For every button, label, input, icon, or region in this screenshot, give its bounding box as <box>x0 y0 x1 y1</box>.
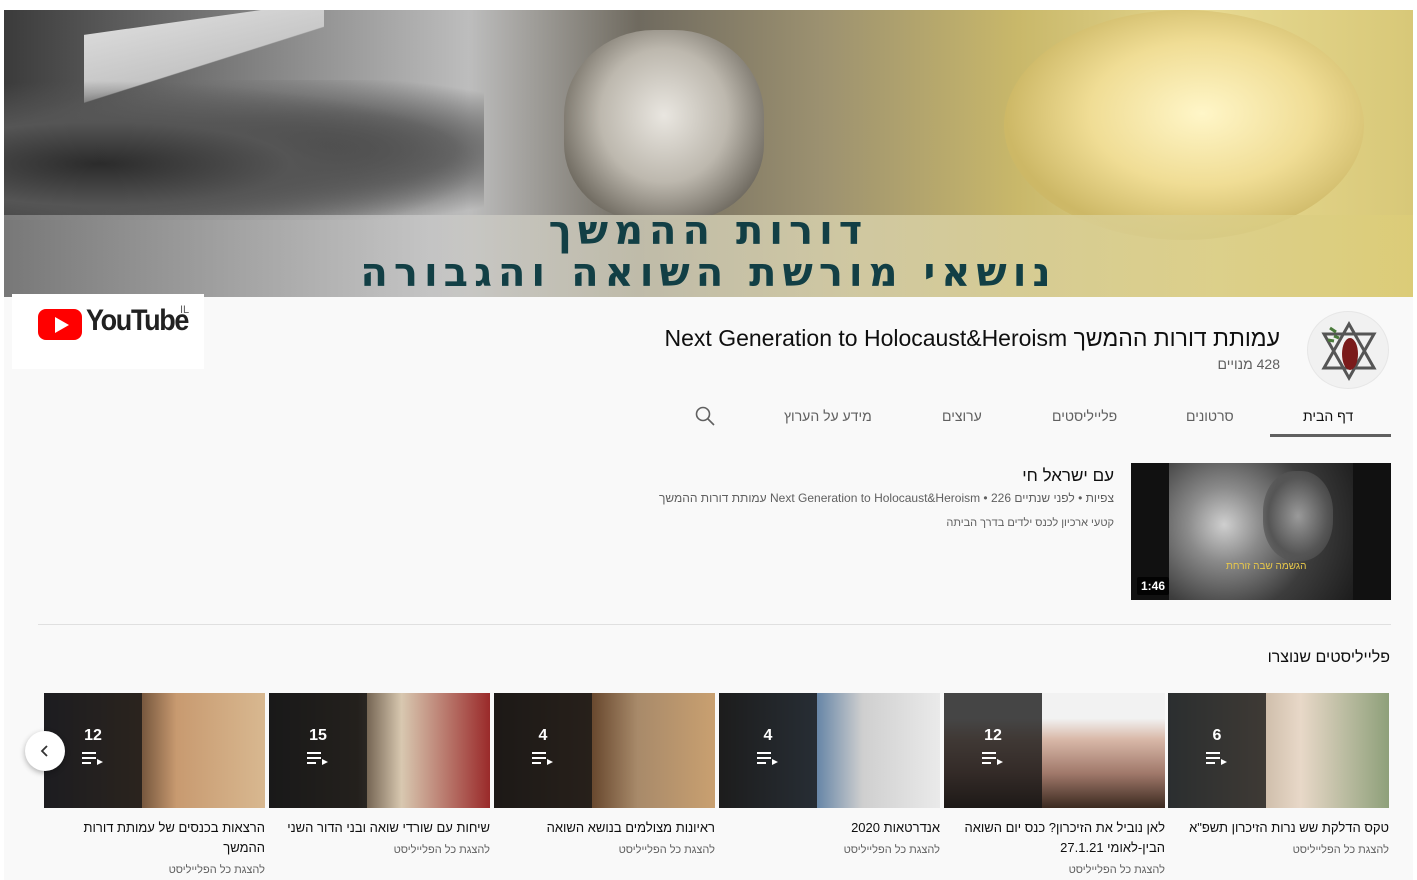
tab-about[interactable]: מידע על הערוץ <box>784 408 872 424</box>
playlist-title[interactable]: שיחות עם שורדי שואה ובני הדור השני <box>269 818 490 838</box>
youtube-play-icon <box>38 309 82 340</box>
playlist-card[interactable]: 4 אנדרטאות 2020 להצגת כל הפלייליסט <box>719 693 940 856</box>
playlist-video-count: 15 <box>309 727 327 744</box>
banner-portrait-girl <box>1004 10 1364 240</box>
playlist-thumbnail[interactable]: 4 <box>719 693 940 808</box>
country-code: IL <box>180 304 190 316</box>
featured-video-description: קטעי ארכיון לכנס ילדים בדרך הביתה <box>946 517 1114 529</box>
playlist-video-count: 4 <box>763 727 773 744</box>
video-duration: 1:46 <box>1137 577 1170 595</box>
view-full-playlist-link[interactable]: להצגת כל הפלייליסט <box>719 844 940 856</box>
tab-channels[interactable]: ערוצים <box>942 408 982 424</box>
playlist-card[interactable]: 12 לאן נוביל את הזיכרון? כנס יום השואה ה… <box>944 693 1165 876</box>
banner-crowd-image <box>4 80 484 220</box>
featured-video-thumbnail[interactable]: הגשמה שבה זורחת 1:46 <box>1131 463 1391 600</box>
playlist-count-overlay: 4 <box>494 693 592 808</box>
playlist-count-overlay: 4 <box>719 693 817 808</box>
chevron-left-icon <box>40 745 48 757</box>
banner-title-line2: נושאי מורשת השואה והגבורה <box>360 250 1057 296</box>
view-full-playlist-link[interactable]: להצגת כל הפלייליסט <box>269 844 490 856</box>
active-tab-indicator <box>1270 434 1391 437</box>
playlist-video-count: 4 <box>538 727 548 744</box>
channel-title: Next Generation to Holocaust&Heroism עמו… <box>664 325 1280 351</box>
playlist-video-count: 6 <box>1212 727 1222 744</box>
playlist-thumbnail[interactable]: 6 <box>1168 693 1389 808</box>
playlist-card[interactable]: 15 שיחות עם שורדי שואה ובני הדור השני לה… <box>269 693 490 856</box>
playlist-video-count: 12 <box>984 727 1002 744</box>
youtube-logo[interactable]: YouTube IL <box>12 294 204 369</box>
banner-title-line1: דורות ההמשך <box>548 208 869 254</box>
playlist-card[interactable]: 6 טקס הדלקת שש נרות הזיכרון תשפ"א להצגת … <box>1168 693 1389 856</box>
banner-portrait-elder <box>564 30 764 220</box>
playlist-title[interactable]: ראיונות מצולמים בנושא השואה <box>494 818 715 838</box>
channel-banner: דורות ההמשך נושאי מורשת השואה והגבורה <box>4 10 1413 297</box>
playlist-title[interactable]: לאן נוביל את הזיכרון? כנס יום השואה הבין… <box>944 818 1165 858</box>
star-of-david-flame-icon <box>1321 320 1377 382</box>
subscriber-count: 428 מנויים <box>1217 356 1280 372</box>
view-full-playlist-link[interactable]: להצגת כל הפלייליסט <box>494 844 715 856</box>
featured-video-meta: עמותת דורות ההמשך Next Generation to Hol… <box>658 491 1114 505</box>
playlist-thumbnail[interactable]: 15 <box>269 693 490 808</box>
youtube-wordmark: YouTube <box>86 304 189 337</box>
featured-video-title[interactable]: עם ישראל חי <box>1022 466 1114 486</box>
playlist-queue-icon <box>982 752 1003 765</box>
channel-avatar[interactable] <box>1307 311 1389 389</box>
tab-videos[interactable]: סרטונים <box>1186 408 1234 424</box>
playlist-card[interactable]: 12 הרצאות בכנסים של עמותת דורות ההמשך לה… <box>44 693 265 876</box>
view-full-playlist-link[interactable]: להצגת כל הפלייליסט <box>944 864 1165 876</box>
playlist-title[interactable]: טקס הדלקת שש נרות הזיכרון תשפ"א <box>1168 818 1389 838</box>
playlist-count-overlay: 15 <box>269 693 367 808</box>
thumbnail-caption: הגשמה שבה זורחת <box>1226 561 1307 572</box>
playlist-thumbnail[interactable]: 12 <box>944 693 1165 808</box>
section-divider <box>38 624 1391 625</box>
playlist-queue-icon <box>82 752 103 765</box>
playlist-thumbnail[interactable]: 12 <box>44 693 265 808</box>
playlist-count-overlay: 12 <box>944 693 1042 808</box>
playlist-count-overlay: 6 <box>1168 693 1266 808</box>
view-full-playlist-link[interactable]: להצגת כל הפלייליסט <box>1168 844 1389 856</box>
featured-photo <box>1169 463 1353 600</box>
playlist-title[interactable]: אנדרטאות 2020 <box>719 818 940 838</box>
search-icon[interactable] <box>694 405 716 427</box>
playlist-card[interactable]: 4 ראיונות מצולמים בנושא השואה להצגת כל ה… <box>494 693 715 856</box>
tab-home[interactable]: דף הבית <box>1303 408 1353 424</box>
playlist-title[interactable]: הרצאות בכנסים של עמותת דורות ההמשך <box>44 818 265 858</box>
playlist-thumbnail[interactable]: 4 <box>494 693 715 808</box>
view-full-playlist-link[interactable]: להצגת כל הפלייליסט <box>44 864 265 876</box>
playlist-queue-icon <box>532 752 553 765</box>
tab-playlists[interactable]: פלייליסטים <box>1052 408 1117 424</box>
playlist-queue-icon <box>1206 752 1227 765</box>
playlist-queue-icon <box>307 752 328 765</box>
carousel-prev-button[interactable] <box>25 731 65 771</box>
playlist-queue-icon <box>757 752 778 765</box>
playlists-section-title[interactable]: פלייליסטים שנוצרו <box>1268 649 1390 667</box>
